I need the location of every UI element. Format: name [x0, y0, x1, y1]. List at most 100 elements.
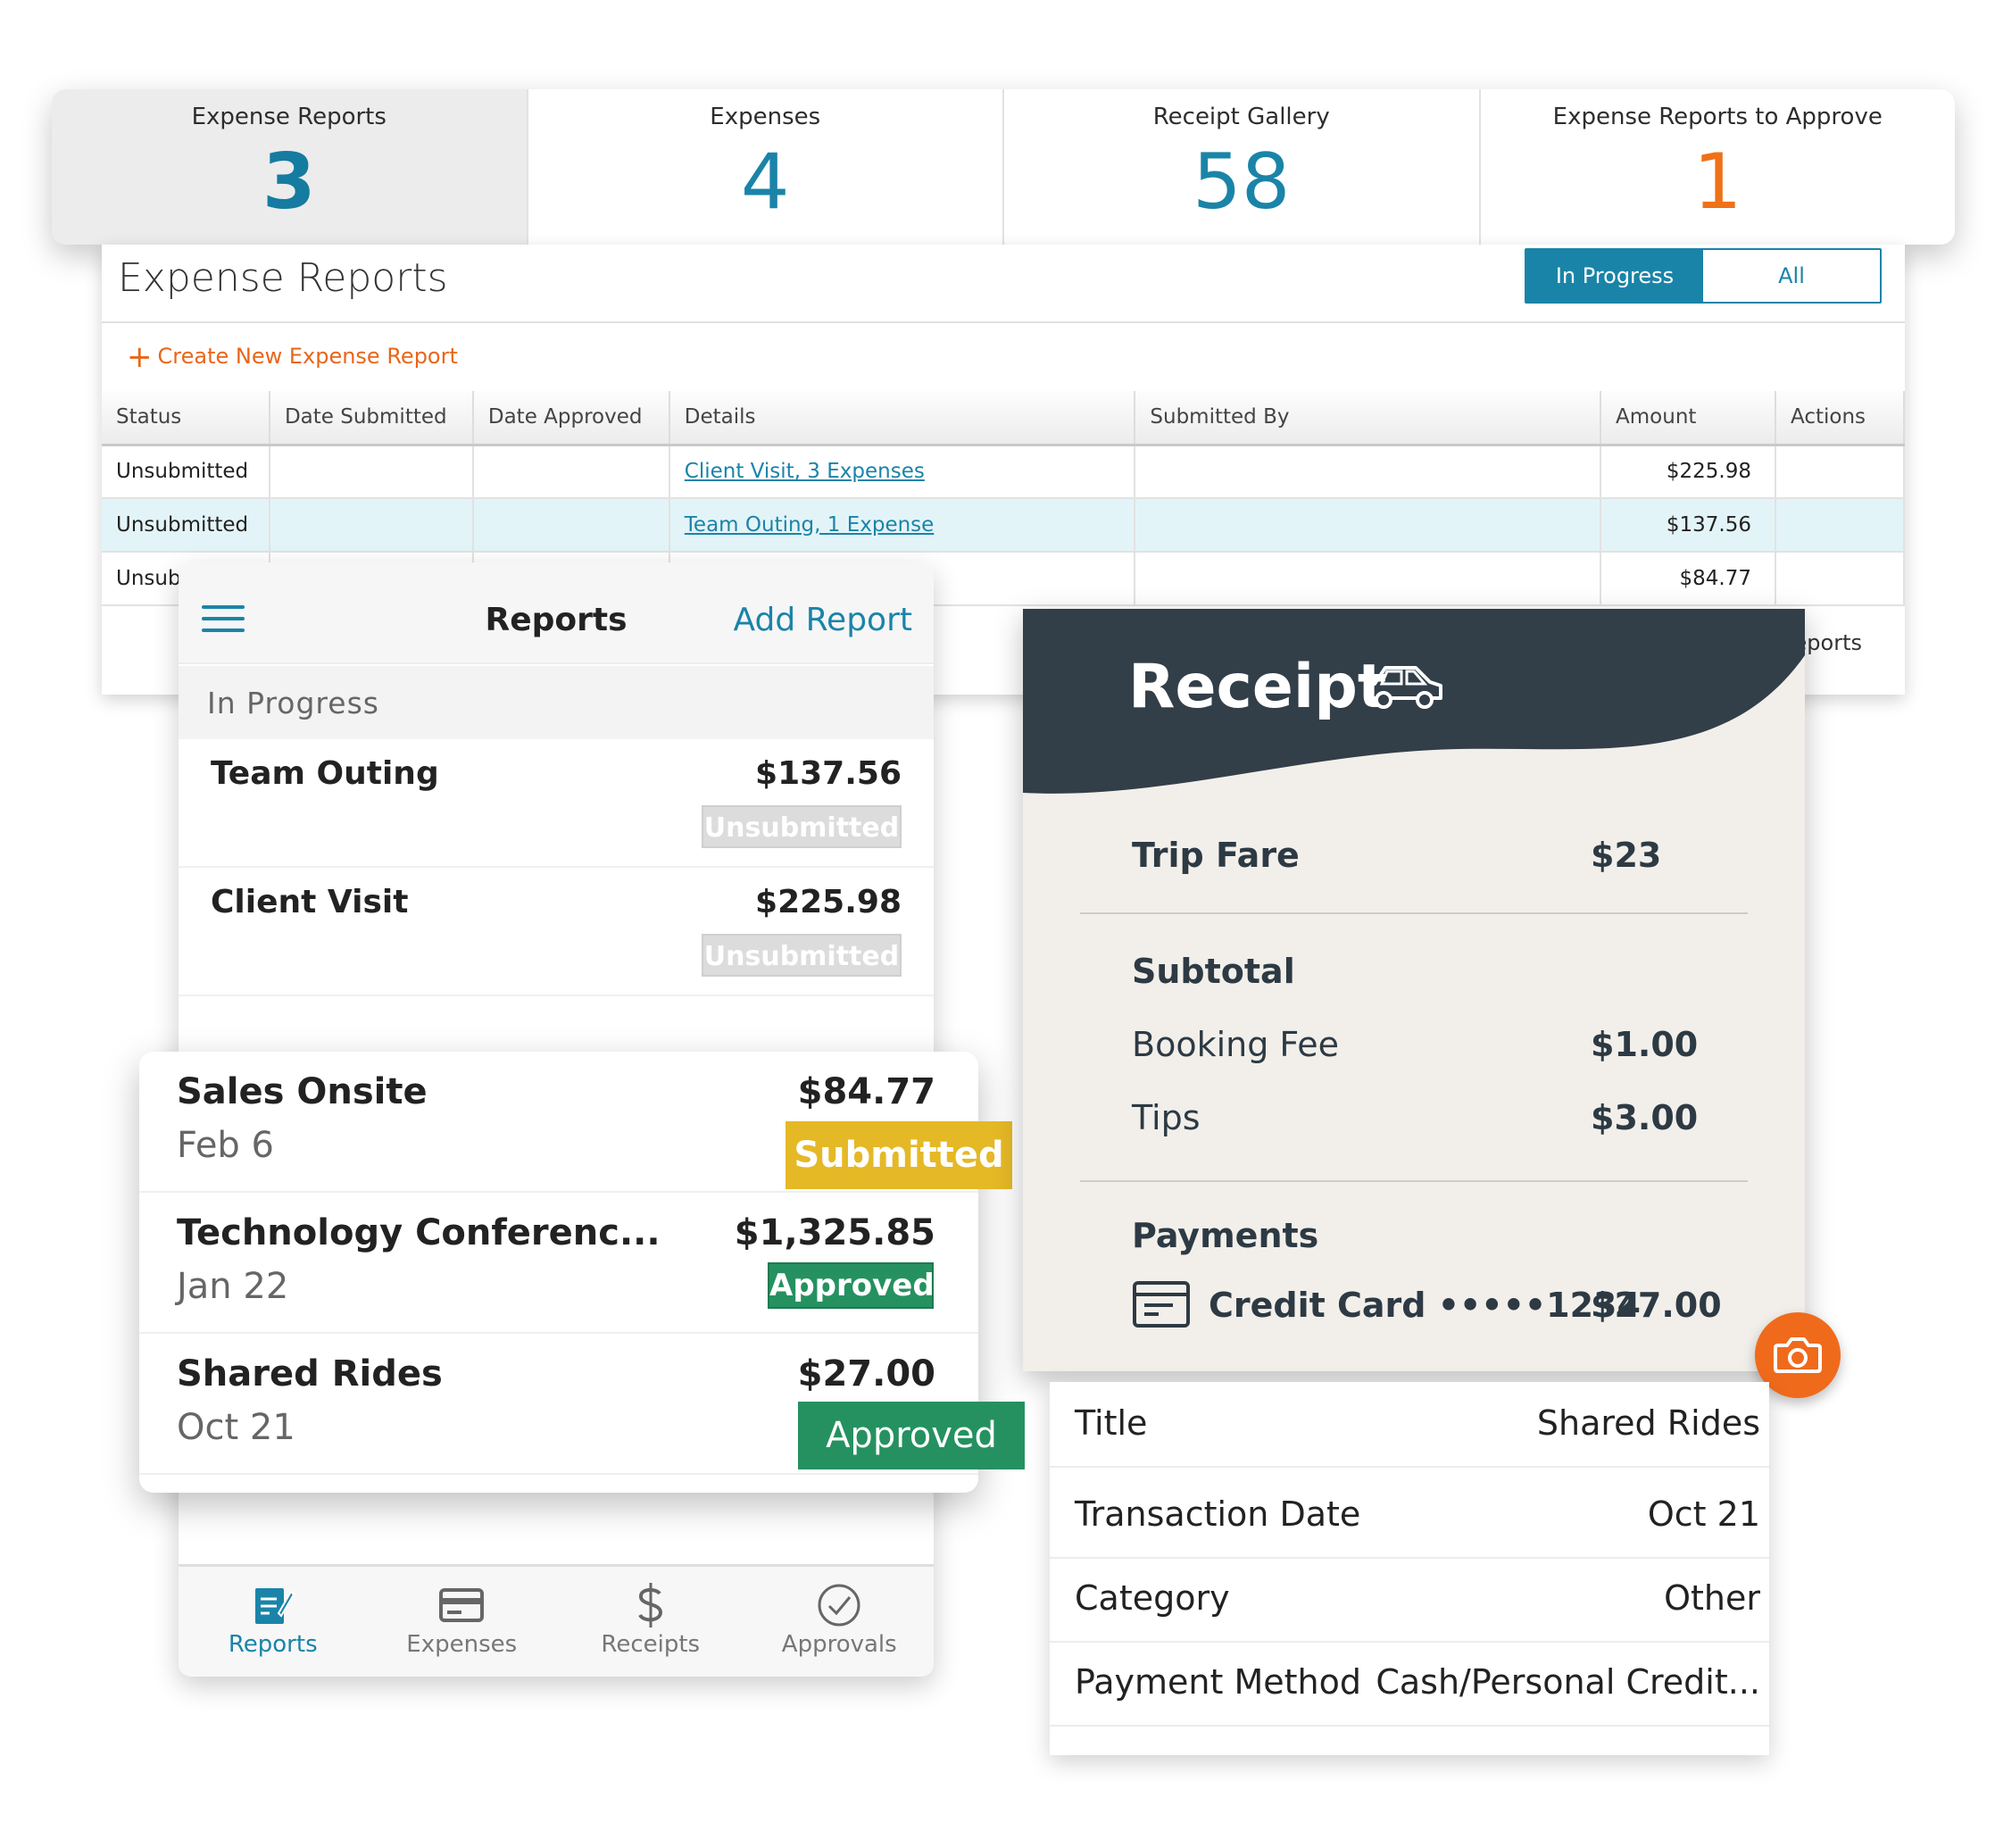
reports-icon: [179, 1579, 368, 1631]
report-details-link[interactable]: Client Visit, 3 Expenses: [685, 460, 925, 483]
status-badge-approved: Approved: [798, 1402, 1025, 1469]
report-amount: $225.98: [755, 884, 902, 920]
filter-all-button[interactable]: All: [1703, 250, 1880, 302]
summary-label: Receipt Gallery: [1152, 104, 1330, 130]
status-badge-submitted: Submitted: [786, 1121, 1012, 1189]
date-approved-cell: [472, 498, 670, 553]
summary-label: Expense Reports to Approve: [1552, 104, 1883, 130]
column-header-details[interactable]: Details: [669, 391, 1136, 446]
detail-key: Title: [1075, 1403, 1148, 1443]
credit-card-icon: [1133, 1281, 1190, 1328]
column-header-actions[interactable]: Actions: [1775, 391, 1906, 446]
date-submitted-cell: [269, 498, 474, 553]
plus-icon: +: [127, 339, 153, 375]
submitted-by-cell: [1135, 445, 1602, 499]
report-name: Team Outing: [211, 755, 439, 792]
detail-value: Shared Rides: [1536, 1403, 1760, 1443]
receipt-card: Receipt Trip Fare $23 Subtotal Booking F…: [1023, 609, 1805, 1371]
booking-fee-label: Booking Fee: [1132, 1025, 1339, 1064]
detail-row-title[interactable]: Title Shared Rides: [1050, 1384, 1769, 1468]
column-header-submitted-by[interactable]: Submitted By: [1135, 391, 1602, 446]
tab-label: Expenses: [406, 1631, 518, 1658]
actions-cell: [1775, 498, 1906, 553]
divider: [102, 321, 1905, 323]
subtotal-label: Subtotal: [1132, 952, 1295, 991]
car-icon: [1366, 666, 1442, 709]
detail-key: Transaction Date: [1075, 1494, 1361, 1534]
summary-tile-reports-to-approve[interactable]: Expense Reports to Approve 1: [1481, 89, 1956, 245]
column-header-date-approved[interactable]: Date Approved: [472, 391, 670, 446]
divider: [1080, 912, 1748, 914]
booking-fee-value: $1.00: [1591, 1025, 1699, 1064]
detail-row-payment-method[interactable]: Payment Method Cash/Personal Credit...: [1050, 1643, 1769, 1727]
camera-icon: [1774, 1337, 1822, 1373]
summary-tile-receipt-gallery[interactable]: Receipt Gallery 58: [1004, 89, 1481, 245]
detail-key: Category: [1075, 1578, 1230, 1618]
credit-card-amount: $27.00: [1591, 1286, 1722, 1325]
tab-reports[interactable]: Reports: [179, 1567, 368, 1677]
summary-count: 3: [262, 137, 316, 227]
amount-cell: $84.77: [1600, 552, 1776, 606]
report-details-link[interactable]: Team Outing, 1 Expense: [685, 513, 935, 537]
report-summary-card: Sales Onsite Feb 6 $84.77 Technology Con…: [139, 1052, 1025, 1493]
tab-expenses[interactable]: Expenses: [368, 1567, 557, 1677]
dollar-icon: [556, 1579, 745, 1631]
actions-cell: [1775, 445, 1906, 499]
report-name: Client Visit: [211, 884, 409, 920]
detail-row-transaction-date[interactable]: Transaction Date Oct 21: [1050, 1475, 1769, 1559]
credit-card-label: Credit Card •••••1234: [1209, 1286, 1641, 1325]
date-submitted-cell: [269, 445, 474, 499]
report-amount: $27.00: [797, 1353, 935, 1394]
table-header-row: Status Date Submitted Date Approved Deta…: [102, 391, 1906, 446]
detail-row-category[interactable]: Category Other: [1050, 1559, 1769, 1643]
report-name: Technology Conferenc...: [177, 1212, 661, 1253]
page-title: Expense Reports: [118, 255, 448, 301]
filter-toggle: In Progress All: [1525, 248, 1882, 304]
status-cell: Unsubmitted: [102, 445, 270, 499]
details-cell: Team Outing, 1 Expense: [669, 498, 1136, 553]
status-badge-approved: Approved: [768, 1262, 935, 1309]
list-item[interactable]: Client Visit $225.98 Unsubmitted: [179, 868, 934, 996]
checkmark-circle-icon: [745, 1579, 935, 1631]
summary-count: 58: [1193, 137, 1291, 227]
list-item[interactable]: Team Outing $137.56 Unsubmitted: [179, 739, 934, 868]
create-expense-report-link[interactable]: + Create New Expense Report: [127, 339, 458, 375]
tips-label: Tips: [1132, 1098, 1201, 1137]
report-date: Jan 22: [177, 1266, 289, 1307]
tips-value: $3.00: [1591, 1098, 1699, 1137]
payments-label: Payments: [1132, 1216, 1319, 1255]
table-row[interactable]: Unsubmitted Team Outing, 1 Expense $137.…: [102, 498, 1906, 553]
summary-tile-expense-reports[interactable]: Expense Reports 3: [52, 89, 528, 245]
trip-fare-label: Trip Fare: [1132, 836, 1300, 875]
tab-approvals[interactable]: Approvals: [745, 1567, 935, 1677]
amount-cell: $225.98: [1600, 445, 1776, 499]
summary-label: Expense Reports: [191, 104, 387, 130]
table-row[interactable]: Unsubmitted Client Visit, 3 Expenses $22…: [102, 445, 1906, 499]
tab-receipts[interactable]: Receipts: [556, 1567, 745, 1677]
filter-in-progress-button[interactable]: In Progress: [1526, 250, 1703, 302]
status-cell: Unsubmitted: [102, 498, 270, 553]
bottom-tab-bar: Reports Expenses Receipts Approvals: [179, 1564, 934, 1677]
tab-label: Receipts: [601, 1631, 701, 1658]
summary-tile-expenses[interactable]: Expenses 4: [528, 89, 1004, 245]
detail-value: Oct 21: [1647, 1494, 1760, 1534]
summary-bar: Expense Reports 3 Expenses 4 Receipt Gal…: [52, 89, 1955, 245]
section-label: In Progress: [207, 686, 379, 720]
status-badge: Unsubmitted: [702, 805, 902, 848]
date-approved-cell: [472, 445, 670, 499]
report-amount: $137.56: [755, 755, 902, 792]
actions-cell: [1775, 552, 1906, 606]
summary-count: 4: [740, 137, 790, 227]
report-name: Shared Rides: [177, 1353, 443, 1394]
report-amount: $1,325.85: [734, 1212, 935, 1253]
mobile-header: Reports Add Report: [179, 562, 934, 664]
column-header-date-submitted[interactable]: Date Submitted: [269, 391, 474, 446]
detail-value: Cash/Personal Credit...: [1376, 1662, 1760, 1702]
report-name: Sales Onsite: [177, 1071, 428, 1112]
add-report-button[interactable]: Add Report: [734, 602, 912, 638]
report-date: Oct 21: [177, 1407, 295, 1448]
column-header-status[interactable]: Status: [102, 391, 270, 446]
details-cell: Client Visit, 3 Expenses: [669, 445, 1136, 499]
divider: [1080, 1180, 1748, 1182]
column-header-amount[interactable]: Amount: [1600, 391, 1776, 446]
